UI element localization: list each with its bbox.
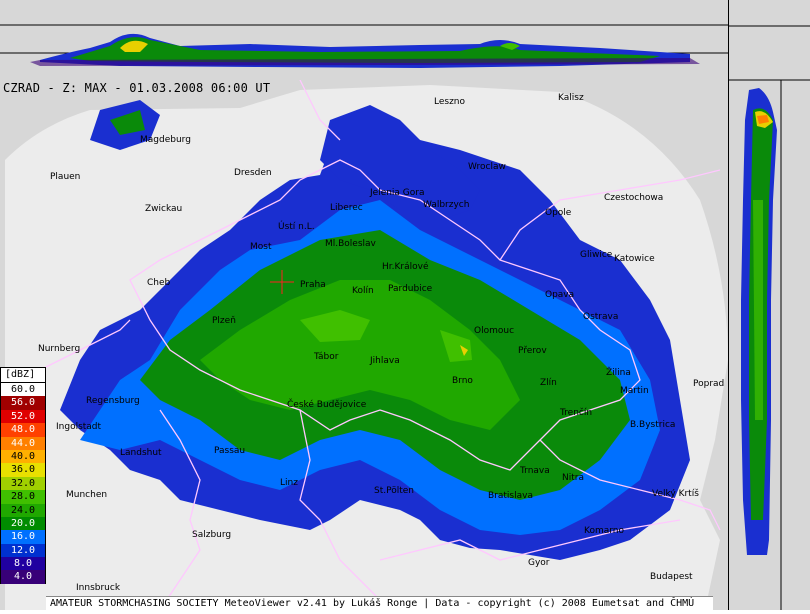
legend-level: 16.0 (0, 530, 46, 544)
city-label: České Budějovice (287, 400, 367, 410)
legend-level: 12.0 (0, 543, 46, 558)
city-label: Budapest (650, 572, 693, 582)
city-label: Linz (280, 478, 298, 488)
city-label: Praha (300, 280, 326, 290)
legend-level: 60.0 (0, 383, 46, 397)
city-label: Landshut (120, 448, 162, 458)
legend-level: 20.0 (0, 516, 46, 531)
side-profile-svg (729, 25, 810, 610)
city-label: Zwickau (145, 204, 183, 214)
city-label: Nurnberg (38, 344, 81, 354)
legend-level: 56.0 (0, 396, 46, 410)
city-label: Dresden (234, 168, 272, 178)
city-label: Salzburg (192, 530, 232, 540)
legend-level: 52.0 (0, 409, 46, 424)
radar-map[interactable]: Leszno Kalisz Wroclaw Magdeburg Dresden … (0, 80, 728, 610)
city-label: Poprad (693, 379, 725, 389)
radar-title: CZRAD - Z: MAX - 01.03.2008 06:00 UT (3, 81, 271, 95)
city-label: Gliwice (580, 250, 613, 260)
city-label: Zlín (540, 378, 557, 388)
city-label: Olomouc (474, 326, 515, 336)
city-label: Trnava (520, 466, 550, 476)
city-label: Plzeň (212, 316, 236, 326)
city-label: Jihlava (370, 356, 400, 366)
city-label: Přerov (518, 346, 547, 356)
city-label: B.Bystrica (630, 420, 676, 430)
city-label: Wroclaw (468, 162, 506, 172)
city-label: Liberec (330, 203, 363, 213)
legend-level: 8.0 (0, 557, 46, 571)
city-label: Leszno (434, 97, 466, 107)
legend-level: 48.0 (0, 423, 46, 437)
city-label: Munchen (66, 490, 108, 500)
city-label: Cheb (147, 278, 171, 288)
legend-level: 36.0 (0, 463, 46, 477)
city-label: Velký Krtíš (652, 489, 699, 499)
city-label: Ostrava (583, 312, 619, 322)
city-label: Pardubice (388, 284, 433, 294)
city-label: Opava (545, 290, 575, 300)
city-label: Komarno (584, 526, 624, 536)
city-label: Czestochowa (604, 193, 664, 203)
city-label: St.Pölten (374, 486, 414, 496)
legend-level: 24.0 (0, 503, 46, 517)
top-profile-svg (0, 24, 728, 68)
city-label: Ingolstadt (56, 422, 102, 432)
city-label: Tábor (314, 352, 339, 362)
legend-level: 32.0 (0, 476, 46, 491)
west-east-profile-panel (728, 0, 810, 610)
city-label: Passau (214, 446, 246, 456)
city-label: Hr.Králové (382, 262, 429, 272)
legend-level: 40.0 (0, 449, 46, 464)
legend-level: 44.0 (0, 436, 46, 450)
city-label: Opole (545, 208, 572, 218)
city-label: Gyor (528, 558, 550, 568)
city-label: Nitra (562, 473, 584, 483)
city-label: Most (250, 242, 272, 252)
city-label: Katowice (614, 254, 655, 264)
city-label: Magdeburg (140, 135, 191, 145)
city-label: Kolín (352, 286, 374, 296)
footer-credits: AMATEUR STORMCHASING SOCIETY MeteoViewer… (46, 596, 713, 611)
legend-rows: 60.0 56.0 52.0 48.0 44.0 40.0 36.0 32.0 28.0 24.0… (0, 383, 46, 584)
dbz-legend: [dBZ] 60.0 56.0 52.0 48.0 44.0 40.0 36.0 32.0 28… (0, 367, 46, 584)
city-label: Žilina (606, 368, 631, 378)
radar-viewer: Leszno Kalisz Wroclaw Magdeburg Dresden … (0, 0, 810, 611)
city-label: Innsbruck (76, 583, 121, 593)
legend-level: 4.0 (0, 570, 46, 584)
city-label: Brno (452, 376, 473, 386)
city-label: Trenčín (560, 408, 593, 418)
city-label: Plauen (50, 172, 81, 182)
city-label: Ml.Boleslav (325, 239, 376, 249)
city-label: Regensburg (86, 396, 140, 406)
city-label: Bratislava (488, 491, 533, 501)
city-label: Ústí n.L. (278, 222, 315, 232)
city-label: Jelenia Gora (370, 188, 425, 198)
north-south-profile-panel (0, 0, 728, 81)
city-label: Martin (620, 386, 649, 396)
legend-unit: [dBZ] (0, 367, 46, 383)
legend-level: 28.0 (0, 490, 46, 504)
city-label: Kalisz (558, 93, 584, 103)
city-label: Walbrzych (423, 200, 470, 210)
